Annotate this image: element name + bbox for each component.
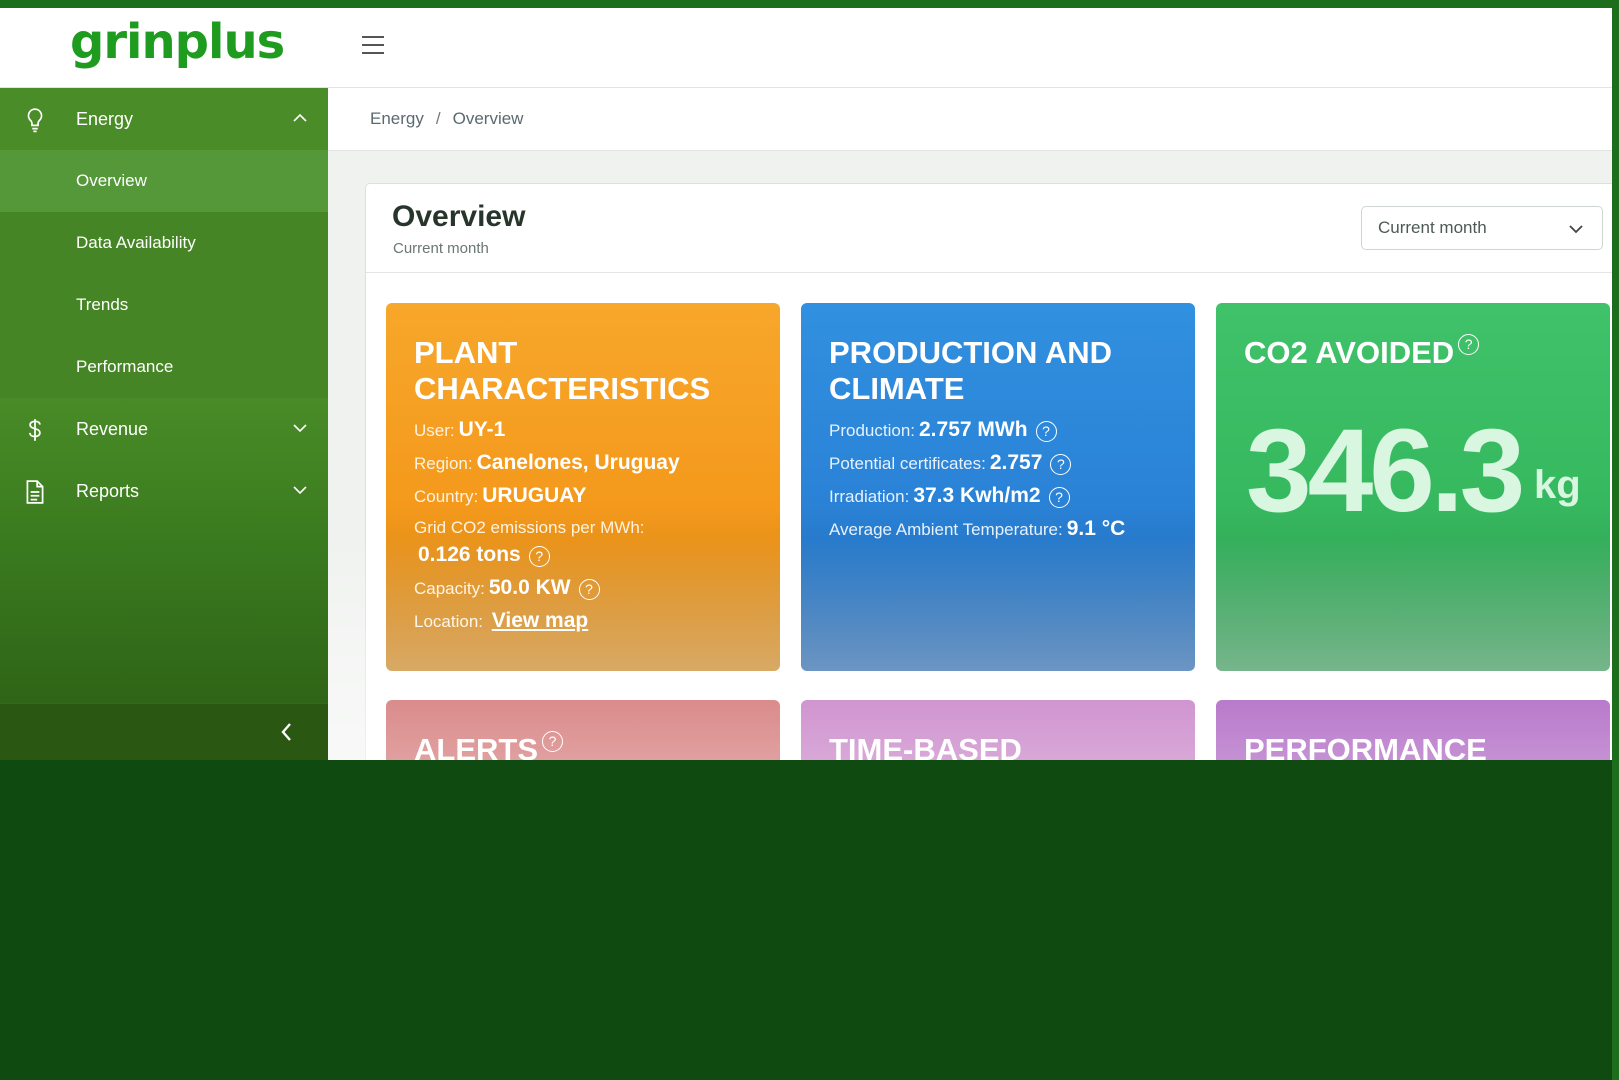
grid-emissions-label: Grid CO2 emissions per MWh: [414, 518, 645, 537]
sidebar-item-revenue[interactable]: Revenue [0, 398, 328, 460]
co2-value: 346.3 [1246, 405, 1525, 537]
view-map-link[interactable]: View map [492, 609, 589, 632]
top-border [0, 0, 1619, 8]
help-icon[interactable]: ? [1458, 334, 1480, 355]
sidebar-item-label: Reports [76, 480, 140, 501]
period-select[interactable]: Current month [1361, 206, 1603, 250]
period-select-value: Current month [1378, 218, 1487, 237]
dollar-icon [29, 419, 41, 441]
page-subtitle: Current month [393, 240, 489, 257]
lightbulb-icon [27, 108, 43, 133]
sidebar-item-reports[interactable]: Reports [0, 460, 328, 522]
production-row: Production: 2.757 MWh? [829, 418, 1057, 443]
location-row: Location: View map [414, 609, 589, 632]
time-based-card: TIME-BASED [801, 700, 1195, 760]
sidebar: Energy Overview Data Availability Trends… [0, 88, 328, 760]
country-row: Country: URUGUAY [414, 484, 587, 507]
help-icon[interactable]: ? [1035, 421, 1057, 443]
help-icon[interactable]: ? [1050, 454, 1072, 476]
irradiation-row: Irradiation: 37.3 Kwh/m2? [829, 484, 1070, 509]
breadcrumb-energy[interactable]: Energy [370, 109, 424, 129]
breadcrumb: Energy / Overview [328, 88, 1612, 151]
panel-header: Overview Current month Current month [366, 184, 1612, 273]
card-title: ALERTS? [414, 731, 563, 760]
alerts-card: ALERTS? [386, 700, 780, 760]
help-icon[interactable]: ? [1048, 487, 1070, 509]
plant-characteristics-card: PLANT CHARACTERISTICS User: UY-1 Region: C… [386, 303, 780, 671]
grinplus-logo[interactable]: grinplus [70, 14, 285, 70]
help-icon[interactable]: ? [578, 579, 600, 601]
hamburger-menu-icon[interactable] [362, 36, 384, 54]
sidebar-item-data-availability[interactable]: Data Availability [0, 212, 328, 274]
region-row: Region: Canelones, Uruguay [414, 451, 680, 474]
sidebar-item-performance[interactable]: Performance [0, 336, 328, 398]
top-header: grinplus [0, 8, 1612, 88]
performance-card: PERFORMANCE [1216, 700, 1610, 760]
sidebar-item-energy[interactable]: Energy [0, 88, 328, 150]
grid-emissions-row: 0.126 tons? [414, 543, 550, 568]
sidebar-item-label: Revenue [76, 418, 149, 439]
help-icon[interactable]: ? [542, 731, 563, 752]
chevron-up-icon [293, 113, 307, 122]
temperature-row: Average Ambient Temperature: 9.1 °C [829, 517, 1126, 540]
chevron-down-icon [293, 486, 307, 495]
help-icon[interactable]: ? [528, 546, 550, 568]
chevron-down-icon [1569, 225, 1583, 234]
capacity-row: Capacity: 50.0 KW? [414, 576, 600, 601]
chevron-down-icon [293, 424, 307, 433]
co2-unit: kg [1534, 463, 1581, 507]
breadcrumb-overview: Overview [452, 109, 524, 128]
card-title: CO2 AVOIDED? [1244, 334, 1480, 371]
document-icon [26, 480, 44, 504]
production-climate-card: PRODUCTION AND CLIMATE Production: 2.757 … [801, 303, 1195, 671]
card-title: PERFORMANCE [1244, 732, 1487, 760]
card-title: TIME-BASED [829, 732, 1022, 760]
page-title: Overview [392, 200, 526, 233]
co2-avoided-card: CO2 AVOIDED? 346.3 kg [1216, 303, 1610, 671]
right-border [1612, 0, 1619, 1080]
sidebar-footer [0, 703, 328, 760]
breadcrumb-separator: / [435, 109, 441, 128]
collapse-sidebar-chevron-left-icon[interactable] [278, 720, 296, 744]
app-window: grinplus Energy Overview Data Availabili… [0, 8, 1612, 760]
energy-subnav: Overview Data Availability Trends Perfor… [0, 150, 328, 398]
certificates-row: Potential certificates: 2.757? [829, 451, 1072, 476]
sidebar-item-trends[interactable]: Trends [0, 274, 328, 336]
card-title: PRODUCTION AND CLIMATE [829, 335, 1113, 406]
sidebar-item-overview[interactable]: Overview [0, 150, 328, 212]
user-row: User: UY-1 [414, 418, 506, 441]
sidebar-item-label: Energy [76, 108, 134, 129]
card-title: PLANT CHARACTERISTICS [414, 335, 711, 406]
